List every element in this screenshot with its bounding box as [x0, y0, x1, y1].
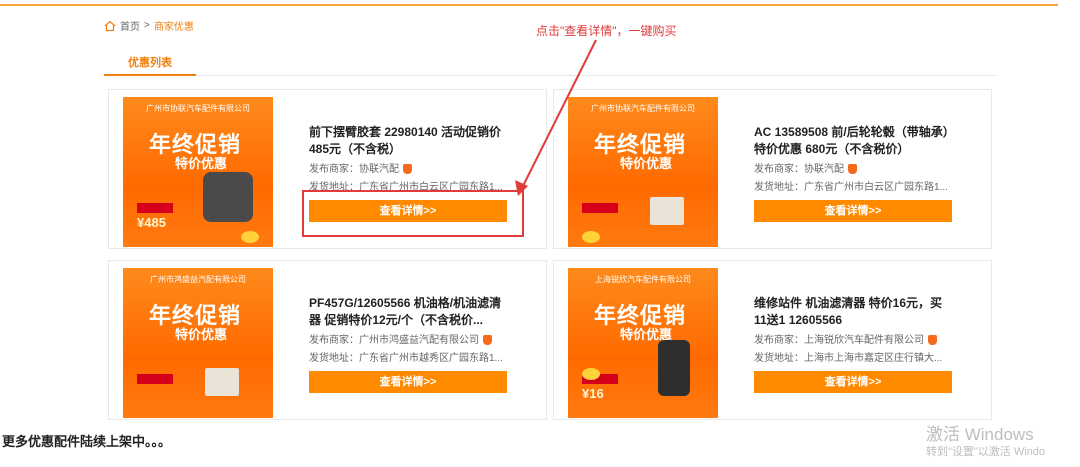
windows-watermark-title: 激活 Windows — [926, 425, 1034, 444]
offer-title[interactable]: PF457G/12605566 机油格/机油滤清器 促销特价12元/个（不含税价… — [309, 295, 509, 329]
shop-icon — [848, 164, 857, 175]
promo-tag — [137, 374, 173, 384]
offer-seller: 发布商家：协联汽配 — [309, 160, 412, 175]
thumb-company: 广州市协联汽车配件有限公司 — [146, 104, 250, 113]
view-details-button[interactable]: 查看详情>> — [754, 200, 952, 222]
offer-card: 广州市协联汽车配件有限公司 年终促销 特价优惠 AC 13589508 前/后轮… — [553, 89, 992, 249]
thumb-price: ¥16 — [582, 386, 604, 401]
product-photo — [658, 340, 690, 396]
thumb-company: 广州市协联汽车配件有限公司 — [591, 104, 695, 113]
offer-card: 上海锐欣汽车配件有限公司 年终促销 特价优惠 ¥16 维修站件 机油滤清器 特价… — [553, 260, 992, 420]
seller-label: 发布商家：广州市鸿盛益汽配有限公司 — [309, 335, 479, 346]
footer-notice: 更多优惠配件陆续上架中。。。 — [2, 434, 172, 449]
breadcrumb-current: 商家优惠 — [153, 22, 194, 33]
tab-offers[interactable]: 优惠列表 — [104, 54, 196, 76]
shop-icon — [403, 164, 412, 175]
offer-address: 发货地址：广东省广州市白云区广园东路1... — [754, 182, 948, 193]
product-photo — [203, 172, 253, 222]
seller-label: 发布商家：协联汽配 — [754, 164, 844, 175]
product-photo — [205, 368, 239, 396]
offer-image[interactable]: 广州市协联汽车配件有限公司 年终促销 特价优惠 ¥485 — [123, 97, 273, 247]
offer-title[interactable]: 维修站件 机油滤清器 特价16元，买11送1 12605566 — [754, 295, 954, 329]
seller-label: 发布商家：上海锐欣汽车配件有限公司 — [754, 335, 924, 346]
product-photo — [650, 197, 684, 225]
promo-tag — [137, 203, 173, 213]
thumb-promo-subtitle: 特价优惠 — [620, 156, 673, 171]
annotation-highlight-box — [302, 190, 524, 237]
thumb-company: 上海锐欣汽车配件有限公司 — [595, 275, 691, 284]
decor-blob — [582, 231, 600, 243]
breadcrumb-home[interactable]: 首页 — [120, 18, 140, 33]
shop-icon — [483, 335, 492, 346]
decor-blob — [241, 231, 259, 243]
shop-icon — [928, 335, 937, 346]
thumb-price: ¥485 — [137, 215, 166, 230]
offer-address: 发货地址：广东省广州市越秀区广园东路1... — [309, 353, 503, 364]
offer-image[interactable]: 上海锐欣汽车配件有限公司 年终促销 特价优惠 ¥16 — [568, 268, 718, 418]
promo-tag — [582, 203, 618, 213]
home-icon[interactable] — [104, 20, 116, 32]
thumb-company: 广州市鸿盛益汽配有限公司 — [150, 275, 246, 284]
offer-title[interactable]: 前下摆臂胶套 22980140 活动促销价485元（不含税） — [309, 124, 509, 158]
breadcrumb: 首页 > 商家优惠 — [104, 18, 194, 33]
offer-seller: 发布商家：广州市鸿盛益汽配有限公司 — [309, 331, 492, 346]
annotation-text: 点击"查看详情"，一键购买 — [536, 24, 677, 38]
view-details-button[interactable]: 查看详情>> — [309, 371, 507, 393]
offer-address: 发货地址：上海市上海市嘉定区庄行镇大... — [754, 353, 943, 364]
breadcrumb-separator: > — [144, 20, 150, 31]
offer-title[interactable]: AC 13589508 前/后轮轮毂（带轴承）特价优惠 680元（不含税价） — [754, 124, 954, 158]
thumb-promo-subtitle: 特价优惠 — [175, 156, 228, 171]
offer-image[interactable]: 广州市协联汽车配件有限公司 年终促销 特价优惠 — [568, 97, 718, 247]
decor-blob — [582, 368, 600, 380]
view-details-button[interactable]: 查看详情>> — [754, 371, 952, 393]
offer-image[interactable]: 广州市鸿盛益汽配有限公司 年终促销 特价优惠 — [123, 268, 273, 418]
windows-watermark-subtitle: 转到"设置"以激活 Windo — [926, 446, 1046, 458]
top-divider — [0, 4, 1058, 6]
tab-bar: 优惠列表 — [104, 50, 997, 76]
offer-seller: 发布商家：协联汽配 — [754, 160, 857, 175]
thumb-promo-subtitle: 特价优惠 — [175, 327, 228, 342]
offer-card: 广州市鸿盛益汽配有限公司 年终促销 特价优惠 PF457G/12605566 机… — [108, 260, 547, 420]
seller-label: 发布商家：协联汽配 — [309, 164, 399, 175]
offer-seller: 发布商家：上海锐欣汽车配件有限公司 — [754, 331, 937, 346]
